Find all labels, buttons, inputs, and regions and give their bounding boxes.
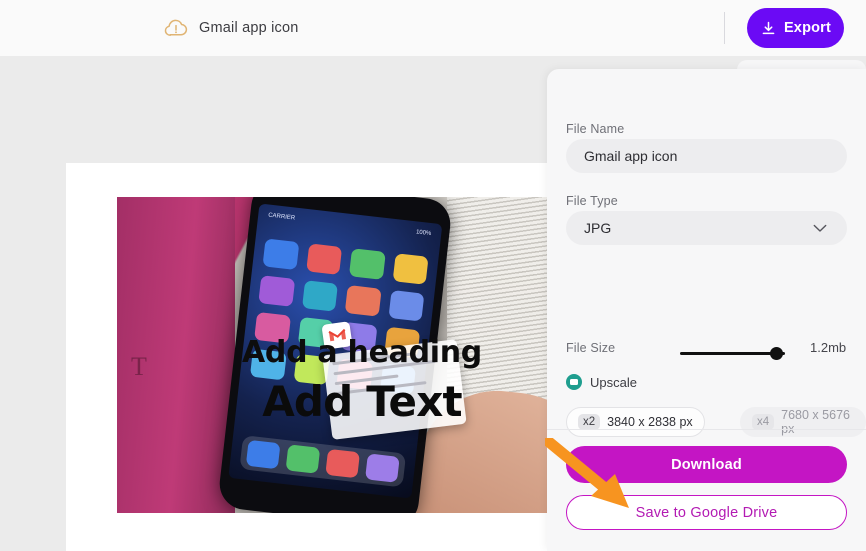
- export-button[interactable]: Export: [747, 8, 844, 48]
- file-name-value: Gmail app icon: [584, 148, 678, 164]
- export-panel: File Name Gmail app icon File Type JPG F…: [547, 69, 866, 551]
- scale-x4-dimensions: 7680 x 5676 px: [781, 408, 850, 436]
- upscale-label: Upscale: [590, 374, 637, 390]
- file-size-label: File Size: [566, 341, 616, 355]
- phone-status-bar: CARRIER 100%: [267, 212, 432, 242]
- design-canvas[interactable]: CARRIER 100%: [66, 163, 626, 551]
- document-title[interactable]: Gmail app icon: [199, 20, 299, 36]
- document-title-group: Gmail app icon: [163, 14, 299, 42]
- download-button[interactable]: Download: [566, 446, 847, 483]
- file-type-select[interactable]: JPG: [566, 211, 847, 245]
- file-name-label: File Name: [566, 122, 625, 136]
- file-type-label: File Type: [566, 194, 618, 208]
- scale-x2-dimensions: 3840 x 2838 px: [607, 415, 693, 429]
- chevron-down-icon: [813, 224, 829, 233]
- file-size-slider[interactable]: [680, 347, 785, 360]
- top-header-bar: Gmail app icon Export: [0, 0, 866, 56]
- export-button-label: Export: [783, 20, 832, 36]
- file-size-value: 1.2mb: [810, 340, 847, 355]
- file-name-input[interactable]: Gmail app icon: [566, 139, 847, 173]
- scale-option-x2[interactable]: x2 3840 x 2838 px: [566, 407, 705, 437]
- canvas-body-text[interactable]: Add Text: [117, 377, 607, 426]
- download-icon: [760, 20, 777, 37]
- phone-carrier-label: CARRIER: [267, 212, 296, 222]
- upscale-toggle[interactable]: Upscale: [566, 374, 637, 390]
- scale-x4-multiplier: x4: [752, 414, 775, 430]
- app-root: Gmail app icon Export T CARRIER 100% Add…: [0, 0, 866, 551]
- header-divider: [724, 12, 725, 44]
- canvas-photo[interactable]: CARRIER 100%: [117, 197, 607, 513]
- phone-dock: [239, 435, 407, 488]
- save-to-google-drive-button[interactable]: Save to Google Drive: [566, 495, 847, 530]
- phone-battery-label: 100%: [415, 229, 432, 238]
- upscale-check-icon: [566, 374, 582, 390]
- cloud-alert-icon: [163, 17, 189, 39]
- file-type-value: JPG: [584, 220, 612, 236]
- panel-divider: [547, 429, 866, 430]
- slider-thumb[interactable]: [770, 347, 783, 360]
- canvas-heading-text[interactable]: Add a heading: [117, 335, 607, 370]
- scale-option-x4[interactable]: x4 7680 x 5676 px: [740, 407, 866, 437]
- scale-x2-multiplier: x2: [578, 414, 601, 430]
